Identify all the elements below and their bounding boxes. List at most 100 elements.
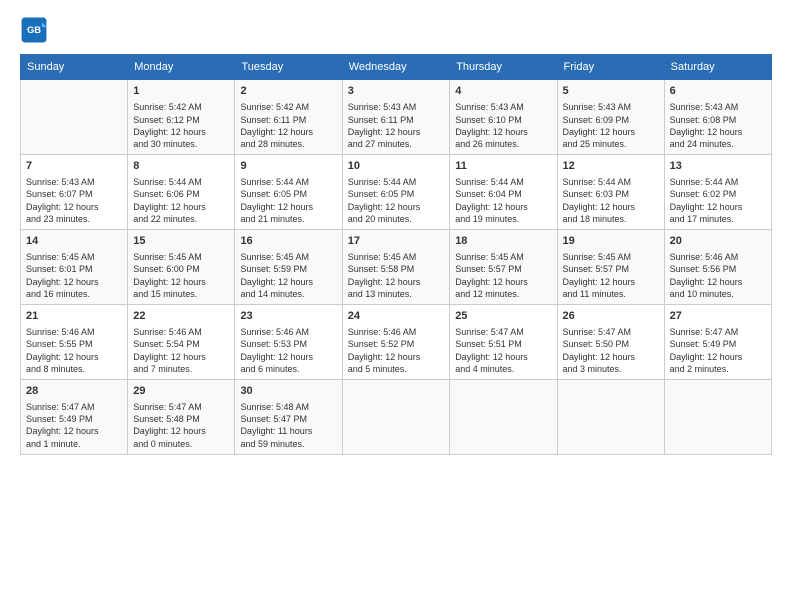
- day-info: Sunrise: 5:47 AM Sunset: 5:50 PM Dayligh…: [563, 326, 659, 375]
- page-header: GB: [20, 16, 772, 44]
- day-info: Sunrise: 5:43 AM Sunset: 6:09 PM Dayligh…: [563, 101, 659, 150]
- day-info: Sunrise: 5:45 AM Sunset: 5:57 PM Dayligh…: [455, 251, 551, 300]
- header-cell-monday: Monday: [128, 55, 235, 80]
- header-cell-thursday: Thursday: [450, 55, 557, 80]
- day-info: Sunrise: 5:46 AM Sunset: 5:54 PM Dayligh…: [133, 326, 229, 375]
- day-number: 30: [240, 384, 336, 399]
- calendar-cell: 3 Sunrise: 5:43 AM Sunset: 6:11 PM Daylig…: [342, 80, 449, 155]
- day-number: 6: [670, 84, 766, 99]
- calendar-week-3: 14Sunrise: 5:45 AM Sunset: 6:01 PM Dayli…: [21, 229, 772, 304]
- calendar-table: SundayMondayTuesdayWednesdayThursdayFrid…: [20, 54, 772, 455]
- day-number: 8: [133, 159, 229, 174]
- calendar-cell: [557, 379, 664, 454]
- calendar-cell: 18 Sunrise: 5:45 AM Sunset: 5:57 PM Dayli…: [450, 229, 557, 304]
- calendar-cell: 2 Sunrise: 5:42 AM Sunset: 6:11 PM Daylig…: [235, 80, 342, 155]
- day-number: 17: [348, 234, 444, 249]
- day-info: Sunrise: 5:44 AM Sunset: 6:05 PM Dayligh…: [240, 176, 336, 225]
- calendar-header: SundayMondayTuesdayWednesdayThursdayFrid…: [21, 55, 772, 80]
- day-info: Sunrise: 5:43 AM Sunset: 6:10 PM Dayligh…: [455, 101, 551, 150]
- day-info: Sunrise: 5:43 AM Sunset: 6:07 PM Dayligh…: [26, 176, 122, 225]
- day-number: 1: [133, 84, 229, 99]
- calendar-cell: [664, 379, 771, 454]
- day-number: 12: [563, 159, 659, 174]
- day-number: 7: [26, 159, 122, 174]
- header-row: SundayMondayTuesdayWednesdayThursdayFrid…: [21, 55, 772, 80]
- calendar-cell: 17 Sunrise: 5:45 AM Sunset: 5:58 PM Dayli…: [342, 229, 449, 304]
- day-info: Sunrise: 5:46 AM Sunset: 5:52 PM Dayligh…: [348, 326, 444, 375]
- day-info: Sunrise: 5:42 AM Sunset: 6:11 PM Dayligh…: [240, 101, 336, 150]
- day-info: Sunrise: 5:44 AM Sunset: 6:02 PM Dayligh…: [670, 176, 766, 225]
- calendar-week-4: 21 Sunrise: 5:46 AM Sunset: 5:55 PM Dayli…: [21, 304, 772, 379]
- day-number: 20: [670, 234, 766, 249]
- calendar-cell: 7 Sunrise: 5:43 AM Sunset: 6:07 PM Daylig…: [21, 154, 128, 229]
- day-number: 15: [133, 234, 229, 249]
- calendar-cell: 9 Sunrise: 5:44 AM Sunset: 6:05 PM Daylig…: [235, 154, 342, 229]
- calendar-cell: 16 Sunrise: 5:45 AM Sunset: 5:59 PM Dayli…: [235, 229, 342, 304]
- calendar-cell: [342, 379, 449, 454]
- calendar-cell: 1Sunrise: 5:42 AM Sunset: 6:12 PM Daylig…: [128, 80, 235, 155]
- calendar-cell: 26 Sunrise: 5:47 AM Sunset: 5:50 PM Dayli…: [557, 304, 664, 379]
- day-number: 29: [133, 384, 229, 399]
- day-number: 23: [240, 309, 336, 324]
- calendar-cell: 25 Sunrise: 5:47 AM Sunset: 5:51 PM Dayli…: [450, 304, 557, 379]
- day-info: Sunrise: 5:46 AM Sunset: 5:55 PM Dayligh…: [26, 326, 122, 375]
- calendar-cell: 28Sunrise: 5:47 AM Sunset: 5:49 PM Dayli…: [21, 379, 128, 454]
- calendar-cell: 27 Sunrise: 5:47 AM Sunset: 5:49 PM Dayli…: [664, 304, 771, 379]
- day-info: Sunrise: 5:43 AM Sunset: 6:08 PM Dayligh…: [670, 101, 766, 150]
- day-number: 19: [563, 234, 659, 249]
- day-number: 4: [455, 84, 551, 99]
- calendar-cell: 29 Sunrise: 5:47 AM Sunset: 5:48 PM Dayli…: [128, 379, 235, 454]
- calendar-cell: 14Sunrise: 5:45 AM Sunset: 6:01 PM Dayli…: [21, 229, 128, 304]
- day-number: 9: [240, 159, 336, 174]
- logo-icon: GB: [20, 16, 48, 44]
- day-info: Sunrise: 5:46 AM Sunset: 5:56 PM Dayligh…: [670, 251, 766, 300]
- calendar-cell: [21, 80, 128, 155]
- calendar-week-2: 7 Sunrise: 5:43 AM Sunset: 6:07 PM Daylig…: [21, 154, 772, 229]
- day-info: Sunrise: 5:45 AM Sunset: 5:57 PM Dayligh…: [563, 251, 659, 300]
- calendar-cell: [450, 379, 557, 454]
- calendar-week-1: 1Sunrise: 5:42 AM Sunset: 6:12 PM Daylig…: [21, 80, 772, 155]
- day-number: 3: [348, 84, 444, 99]
- calendar-cell: 12 Sunrise: 5:44 AM Sunset: 6:03 PM Dayli…: [557, 154, 664, 229]
- day-number: 26: [563, 309, 659, 324]
- calendar-cell: 6 Sunrise: 5:43 AM Sunset: 6:08 PM Daylig…: [664, 80, 771, 155]
- day-number: 11: [455, 159, 551, 174]
- calendar-cell: 10Sunrise: 5:44 AM Sunset: 6:05 PM Dayli…: [342, 154, 449, 229]
- day-info: Sunrise: 5:44 AM Sunset: 6:03 PM Dayligh…: [563, 176, 659, 225]
- day-info: Sunrise: 5:46 AM Sunset: 5:53 PM Dayligh…: [240, 326, 336, 375]
- day-number: 16: [240, 234, 336, 249]
- calendar-cell: 30Sunrise: 5:48 AM Sunset: 5:47 PM Dayli…: [235, 379, 342, 454]
- svg-text:GB: GB: [27, 25, 41, 35]
- header-cell-saturday: Saturday: [664, 55, 771, 80]
- calendar-cell: 4 Sunrise: 5:43 AM Sunset: 6:10 PM Daylig…: [450, 80, 557, 155]
- calendar-cell: 8 Sunrise: 5:44 AM Sunset: 6:06 PM Daylig…: [128, 154, 235, 229]
- calendar-week-5: 28Sunrise: 5:47 AM Sunset: 5:49 PM Dayli…: [21, 379, 772, 454]
- calendar-cell: 20 Sunrise: 5:46 AM Sunset: 5:56 PM Dayli…: [664, 229, 771, 304]
- day-info: Sunrise: 5:44 AM Sunset: 6:06 PM Dayligh…: [133, 176, 229, 225]
- day-info: Sunrise: 5:45 AM Sunset: 6:01 PM Dayligh…: [26, 251, 122, 300]
- day-info: Sunrise: 5:45 AM Sunset: 5:59 PM Dayligh…: [240, 251, 336, 300]
- day-number: 18: [455, 234, 551, 249]
- logo: GB: [20, 16, 52, 44]
- calendar-cell: 23 Sunrise: 5:46 AM Sunset: 5:53 PM Dayli…: [235, 304, 342, 379]
- header-cell-wednesday: Wednesday: [342, 55, 449, 80]
- calendar-cell: 5Sunrise: 5:43 AM Sunset: 6:09 PM Daylig…: [557, 80, 664, 155]
- day-number: 2: [240, 84, 336, 99]
- day-info: Sunrise: 5:45 AM Sunset: 5:58 PM Dayligh…: [348, 251, 444, 300]
- day-number: 25: [455, 309, 551, 324]
- header-cell-friday: Friday: [557, 55, 664, 80]
- day-info: Sunrise: 5:47 AM Sunset: 5:49 PM Dayligh…: [670, 326, 766, 375]
- day-info: Sunrise: 5:45 AM Sunset: 6:00 PM Dayligh…: [133, 251, 229, 300]
- header-cell-tuesday: Tuesday: [235, 55, 342, 80]
- day-info: Sunrise: 5:47 AM Sunset: 5:49 PM Dayligh…: [26, 401, 122, 450]
- day-info: Sunrise: 5:43 AM Sunset: 6:11 PM Dayligh…: [348, 101, 444, 150]
- day-info: Sunrise: 5:44 AM Sunset: 6:05 PM Dayligh…: [348, 176, 444, 225]
- day-number: 27: [670, 309, 766, 324]
- day-info: Sunrise: 5:47 AM Sunset: 5:51 PM Dayligh…: [455, 326, 551, 375]
- day-info: Sunrise: 5:47 AM Sunset: 5:48 PM Dayligh…: [133, 401, 229, 450]
- day-info: Sunrise: 5:44 AM Sunset: 6:04 PM Dayligh…: [455, 176, 551, 225]
- calendar-cell: 24Sunrise: 5:46 AM Sunset: 5:52 PM Dayli…: [342, 304, 449, 379]
- calendar-cell: 11 Sunrise: 5:44 AM Sunset: 6:04 PM Dayli…: [450, 154, 557, 229]
- calendar-cell: 19 Sunrise: 5:45 AM Sunset: 5:57 PM Dayli…: [557, 229, 664, 304]
- day-number: 21: [26, 309, 122, 324]
